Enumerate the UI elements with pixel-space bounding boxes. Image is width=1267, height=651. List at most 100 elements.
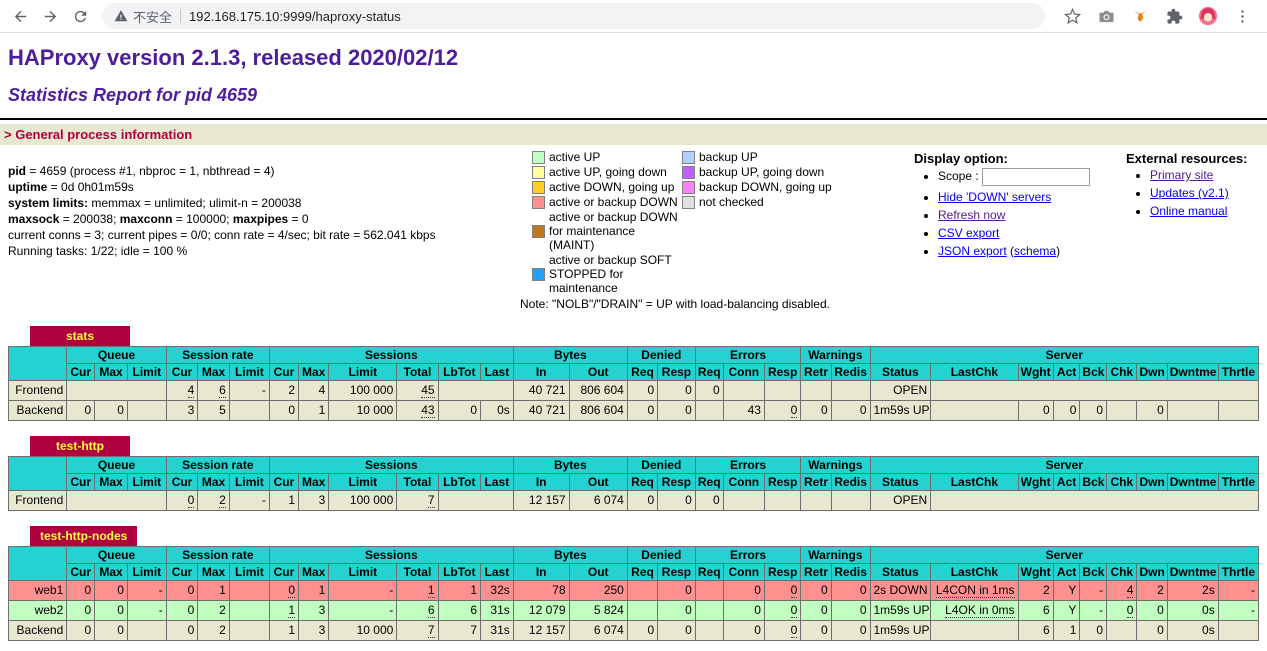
stat-cell: 0 — [1137, 601, 1167, 621]
tooltip-value: 1 — [288, 603, 295, 618]
menu-button[interactable] — [1230, 4, 1254, 28]
stat-cell: 0 — [658, 381, 696, 401]
url-text[interactable]: 192.168.175.10:9999/haproxy-status — [189, 9, 401, 24]
legend-swatch — [682, 166, 695, 179]
stat-cell: Y — [1053, 601, 1080, 621]
column-header: Limit — [127, 364, 166, 381]
header-corner-cell — [9, 457, 67, 491]
stat-cell: 7 — [438, 621, 480, 641]
column-group-header: Warnings — [801, 547, 870, 564]
json-export-link[interactable]: JSON export — [938, 244, 1007, 258]
column-header: Req — [695, 474, 723, 491]
column-header: Req — [627, 474, 657, 491]
stat-cell — [695, 601, 723, 621]
extensions-button[interactable] — [1162, 4, 1186, 28]
stat-cell: 0 — [723, 601, 764, 621]
column-group-header: Session rate — [166, 457, 269, 474]
legend-label: not checked — [699, 195, 764, 209]
column-header: Conn — [723, 364, 764, 381]
back-button[interactable] — [8, 4, 32, 28]
column-header: Retr — [801, 474, 831, 491]
stat-cell: 0 — [1080, 621, 1107, 641]
column-group-header: Warnings — [801, 457, 870, 474]
external-resource-item: Online manual — [1150, 204, 1259, 218]
stat-cell: 0 — [1137, 621, 1167, 641]
stat-cell: 2 — [269, 381, 298, 401]
stat-cell: 0 — [723, 621, 764, 641]
stat-cell: 43 — [397, 401, 438, 421]
refresh-now-link[interactable]: Refresh now — [938, 208, 1005, 222]
address-bar-divider — [180, 9, 181, 23]
stat-cell: 1m59s UP — [870, 601, 931, 621]
forward-button[interactable] — [38, 4, 62, 28]
updates-link[interactable]: Updates (v2.1) — [1150, 186, 1229, 200]
metamask-extension-button[interactable] — [1128, 4, 1152, 28]
camera-extension-button[interactable] — [1094, 4, 1118, 28]
column-header: Last — [481, 564, 514, 581]
csv-export-link[interactable]: CSV export — [938, 226, 999, 240]
column-header: LastChk — [931, 564, 1018, 581]
stat-cell: 6 074 — [569, 491, 627, 511]
primary-site-link[interactable]: Primary site — [1150, 168, 1213, 182]
hide-down-servers-link[interactable]: Hide 'DOWN' servers — [938, 190, 1051, 204]
stat-cell: 0 — [1080, 401, 1107, 421]
legend-note: Note: "NOLB"/"DRAIN" = UP with load-bala… — [520, 297, 914, 311]
column-group-header: Queue — [67, 347, 167, 364]
scope-input[interactable] — [982, 168, 1090, 186]
not-secure-warning-icon[interactable] — [114, 9, 133, 23]
legend-swatch — [532, 181, 545, 194]
stat-cell — [1218, 401, 1258, 421]
stat-cell — [67, 381, 167, 401]
legend-label: active UP, going down — [549, 165, 667, 179]
stat-cell: 5 824 — [569, 601, 627, 621]
online-manual-link[interactable]: Online manual — [1150, 204, 1227, 218]
reload-button[interactable] — [68, 4, 92, 28]
bookmark-star-button[interactable] — [1060, 4, 1084, 28]
reload-icon — [72, 8, 89, 25]
column-group-header: Bytes — [513, 547, 627, 564]
stat-cell — [67, 491, 167, 511]
stat-cell — [723, 491, 764, 511]
schema-link[interactable]: schema — [1014, 244, 1056, 258]
row-name-cell: Frontend — [9, 381, 67, 401]
stat-cell — [931, 381, 1259, 401]
tooltip-value: 2 — [219, 493, 226, 508]
section-header: > General process information — [0, 124, 1267, 145]
legend-label: active DOWN, going up — [549, 180, 674, 194]
column-header: Status — [870, 564, 931, 581]
legend-item: active or backup SOFT STOPPED for mainte… — [532, 253, 682, 295]
column-group-header: Sessions — [269, 547, 513, 564]
stat-cell: - — [229, 381, 269, 401]
column-header: In — [513, 364, 569, 381]
legend-item: active UP — [532, 150, 682, 164]
stat-cell: 0 — [95, 401, 128, 421]
stat-cell: - — [1218, 601, 1258, 621]
column-header: Redis — [831, 364, 870, 381]
stat-cell — [1218, 621, 1258, 641]
profile-avatar[interactable] — [1196, 4, 1220, 28]
column-header: Limit — [229, 364, 269, 381]
column-header: Cur — [166, 364, 198, 381]
column-header: Bck — [1080, 474, 1107, 491]
column-header: Max — [95, 564, 128, 581]
column-header: Limit — [229, 564, 269, 581]
stat-cell: 31s — [481, 621, 514, 641]
tooltip-value: L4CON in 1ms — [936, 583, 1015, 598]
column-group-header: Server — [870, 347, 1259, 364]
address-bar[interactable]: 不安全 192.168.175.10:9999/haproxy-status — [102, 3, 1045, 29]
column-header: Act — [1053, 564, 1080, 581]
column-header: Status — [870, 364, 931, 381]
column-group-header: Bytes — [513, 347, 627, 364]
stat-cell — [1107, 621, 1137, 641]
external-resources: External resources: Primary siteUpdates … — [1126, 147, 1259, 311]
stat-cell: 3 — [299, 601, 329, 621]
stat-cell: 0 — [627, 491, 657, 511]
stat-cell: 1 — [1053, 621, 1080, 641]
stat-cell: 6 — [438, 601, 480, 621]
column-header: Thrtle — [1218, 564, 1258, 581]
stat-cell: 12 157 — [513, 621, 569, 641]
column-header: LbTot — [438, 474, 480, 491]
column-header: Conn — [723, 564, 764, 581]
column-header: Chk — [1107, 564, 1137, 581]
stat-cell: 100 000 — [329, 491, 397, 511]
